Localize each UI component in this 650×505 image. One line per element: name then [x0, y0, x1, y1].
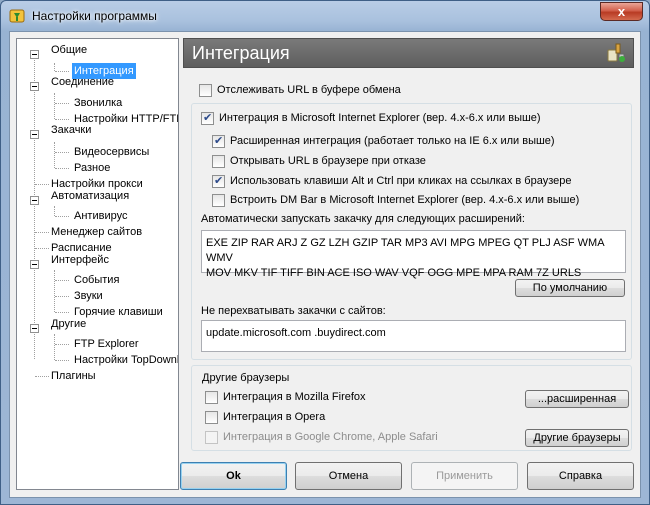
window-title: Настройки программы — [32, 9, 157, 23]
close-button[interactable]: x — [600, 2, 643, 21]
tree-item-misc[interactable]: Разное — [74, 160, 110, 176]
tree-connector-line — [35, 232, 49, 233]
settings-window: Настройки программы x Общие Интеграция С… — [0, 0, 650, 505]
checkbox-label: Расширенная интеграция (работает только … — [230, 135, 555, 147]
checkbox-box[interactable] — [205, 391, 218, 404]
tree-item-connection[interactable]: Соединение — [51, 74, 114, 90]
other-browsers-title: Другие браузеры — [202, 372, 290, 384]
checkbox-box[interactable] — [205, 411, 218, 424]
tree-connector-line — [55, 103, 69, 104]
checkbox-label: Интеграция в Mozilla Firefox — [223, 391, 366, 403]
tree-item-downloads[interactable]: Закачки — [51, 122, 91, 138]
tree-connector-line — [35, 376, 49, 377]
help-button[interactable]: Справка — [527, 462, 634, 490]
tree-connector-line — [55, 216, 69, 217]
checkbox-label: Открывать URL в браузере при отказе — [230, 155, 426, 167]
tree-connector-line — [55, 71, 69, 72]
tree-collapse-icon[interactable] — [30, 324, 39, 333]
firefox-advanced-button[interactable]: ...расширенная — [525, 390, 629, 408]
panel-header: Интеграция — [183, 38, 634, 68]
tree-item-interface[interactable]: Интерфейс — [51, 252, 109, 268]
sites-label: Не перехватывать закачки с сайтов: — [201, 305, 386, 317]
tree-connector-line — [54, 93, 55, 119]
checkbox-box — [205, 431, 218, 444]
tree-connector-line — [35, 184, 49, 185]
checkbox-box[interactable] — [212, 194, 225, 207]
checkbox-label: Интеграция в Google Chrome, Apple Safari — [223, 431, 438, 443]
tree-item-video-services[interactable]: Видеосервисы — [74, 144, 149, 160]
dialog-client-area: Общие Интеграция Соединение Звонилка Нас… — [9, 31, 641, 498]
tree-item-other[interactable]: Другие — [51, 316, 86, 332]
title-bar[interactable]: Настройки программы x — [1, 1, 649, 31]
tree-connector-line — [35, 248, 49, 249]
settings-tree[interactable]: Общие Интеграция Соединение Звонилка Нас… — [16, 38, 179, 490]
tree-connector-line — [55, 344, 69, 345]
checkbox-box[interactable] — [199, 84, 212, 97]
tree-connector-line — [54, 206, 55, 216]
tree-connector-line — [54, 270, 55, 312]
tree-connector-line — [55, 280, 69, 281]
checkbox-label: Встроить DM Bar в Microsoft Internet Exp… — [230, 194, 580, 206]
extensions-line: EXE ZIP RAR ARJ Z GZ LZH GZIP TAR MP3 AV… — [206, 237, 604, 264]
sites-value: update.microsoft.com .buydirect.com — [206, 327, 386, 339]
integration-panel: Интеграция Отслеживать URL в буфере обме… — [183, 38, 634, 453]
tree-connector-line — [55, 168, 69, 169]
tree-connector-line — [55, 152, 69, 153]
cancel-button[interactable]: Отмена — [295, 462, 402, 490]
tree-item-topdownloads[interactable]: Настройки TopDownloads — [74, 352, 178, 368]
panel-title: Интеграция — [192, 43, 290, 63]
tree-connector-line — [54, 334, 55, 360]
extensions-label: Автоматически запускать закачку для след… — [201, 213, 525, 225]
tree-collapse-icon[interactable] — [30, 82, 39, 91]
ok-button[interactable]: Ok — [180, 462, 287, 490]
tree-connector-line — [55, 360, 69, 361]
apply-button: Применить — [411, 462, 518, 490]
extensions-textarea[interactable]: EXE ZIP RAR ARJ Z GZ LZH GZIP TAR MP3 AV… — [201, 230, 626, 279]
tree-item-automation[interactable]: Автоматизация — [51, 188, 129, 204]
ie-integration-group: Интеграция в Microsoft Internet Explorer… — [191, 103, 632, 360]
tree-item-general[interactable]: Общие — [51, 42, 87, 58]
tree-connector-line — [55, 312, 69, 313]
tree-item-sounds[interactable]: Звуки — [74, 288, 103, 304]
tree-item-plugins[interactable]: Плагины — [51, 368, 96, 384]
checkbox-box[interactable] — [212, 173, 225, 188]
other-browsers-group: Другие браузеры Интеграция в Mozilla Fir… — [191, 365, 632, 451]
checkbox-box[interactable] — [201, 110, 214, 125]
tree-item-site-manager[interactable]: Менеджер сайтов — [51, 224, 142, 240]
tree-connector-line — [55, 119, 69, 120]
checkbox-label: Использовать клавиши Alt и Ctrl при клик… — [230, 175, 572, 187]
close-icon: x — [617, 4, 626, 19]
tree-connector-line — [54, 63, 55, 71]
tree-item-events[interactable]: События — [74, 272, 119, 288]
app-icon — [9, 9, 25, 23]
sites-exclusion-textarea[interactable]: update.microsoft.com .buydirect.com — [201, 320, 626, 352]
tree-collapse-icon[interactable] — [30, 130, 39, 139]
tree-item-hotkeys[interactable]: Горячие клавиши — [74, 304, 163, 320]
tree-item-dialer[interactable]: Звонилка — [74, 95, 122, 111]
checkbox-label: Отслеживать URL в буфере обмена — [217, 84, 401, 96]
checkbox-box[interactable] — [212, 133, 225, 148]
integration-plug-icon — [607, 43, 625, 62]
tree-collapse-icon[interactable] — [30, 260, 39, 269]
checkbox-label: Интеграция в Microsoft Internet Explorer… — [219, 112, 541, 124]
checkbox-box[interactable] — [212, 155, 225, 168]
tree-collapse-icon[interactable] — [30, 196, 39, 205]
tree-collapse-icon[interactable] — [30, 50, 39, 59]
tree-item-ftp-explorer[interactable]: FTP Explorer — [74, 336, 139, 352]
tree-connector-line — [34, 55, 35, 359]
checkbox-label: Интеграция в Opera — [223, 411, 326, 423]
defaults-button[interactable]: По умолчанию — [515, 279, 625, 297]
tree-item-antivirus[interactable]: Антивирус — [74, 208, 127, 224]
tree-connector-line — [54, 142, 55, 168]
tree-connector-line — [55, 296, 69, 297]
other-browsers-button[interactable]: Другие браузеры — [525, 429, 629, 447]
